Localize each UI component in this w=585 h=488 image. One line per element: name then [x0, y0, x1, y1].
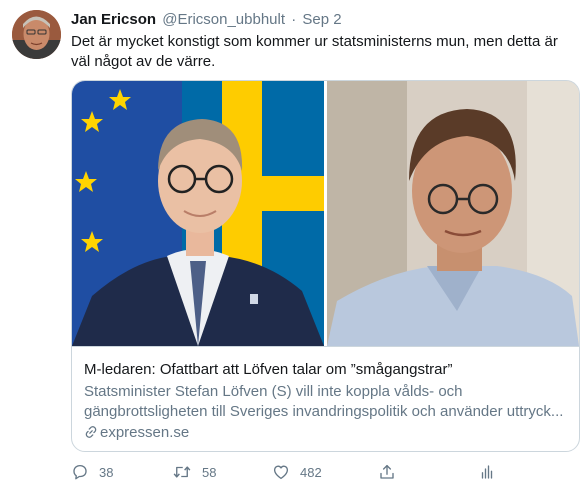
like-icon [273, 465, 289, 480]
reply-count: 38 [99, 464, 114, 480]
card-description-line-1: Statsminister Stefan Löfven (S) vill int… [84, 383, 463, 400]
card-description: Statsminister Stefan Löfven (S) vill int… [84, 382, 569, 422]
like-button[interactable]: 482 [272, 460, 322, 484]
like-count: 482 [300, 464, 322, 480]
card-photo-right [327, 81, 579, 346]
link-icon [85, 426, 97, 438]
link-card[interactable]: M-ledaren: Ofattbart att Löfven talar om… [71, 80, 580, 452]
retweet-button[interactable]: 58 [172, 460, 216, 484]
analytics-icon [481, 465, 493, 479]
tweet-date[interactable]: Sep 2 [302, 11, 341, 28]
reply-icon [73, 464, 87, 480]
card-domain-text: expressen.se [100, 424, 190, 441]
retweet-count: 58 [202, 464, 217, 480]
card-body[interactable]: M-ledaren: Ofattbart att Löfven talar om… [72, 346, 579, 451]
card-domain[interactable]: expressen.se [84, 424, 189, 442]
retweet-icon [173, 466, 191, 478]
card-image[interactable] [72, 81, 579, 346]
tweet-actions: 38 58 482 [71, 460, 576, 484]
reply-button[interactable]: 38 [71, 460, 113, 484]
card-title[interactable]: M-ledaren: Ofattbart att Löfven talar om… [84, 360, 453, 380]
avatar[interactable] [12, 10, 61, 59]
card-photo-left [72, 81, 324, 346]
card-description-line-2: gängbrottsligheten till Sveriges invandr… [84, 403, 564, 420]
tweet-text: Det är mycket konstigt som kommer ur sta… [71, 33, 558, 70]
separator-dot: · [291, 11, 297, 28]
tweet-header: Jan Ericson @Ericson_ubbhult · Sep 2 [71, 11, 342, 29]
share-button[interactable] [378, 460, 396, 484]
analytics-button[interactable] [478, 460, 496, 484]
author-handle[interactable]: @Ericson_ubbhult [162, 11, 285, 28]
share-icon [380, 464, 394, 479]
author-name[interactable]: Jan Ericson [71, 11, 156, 28]
